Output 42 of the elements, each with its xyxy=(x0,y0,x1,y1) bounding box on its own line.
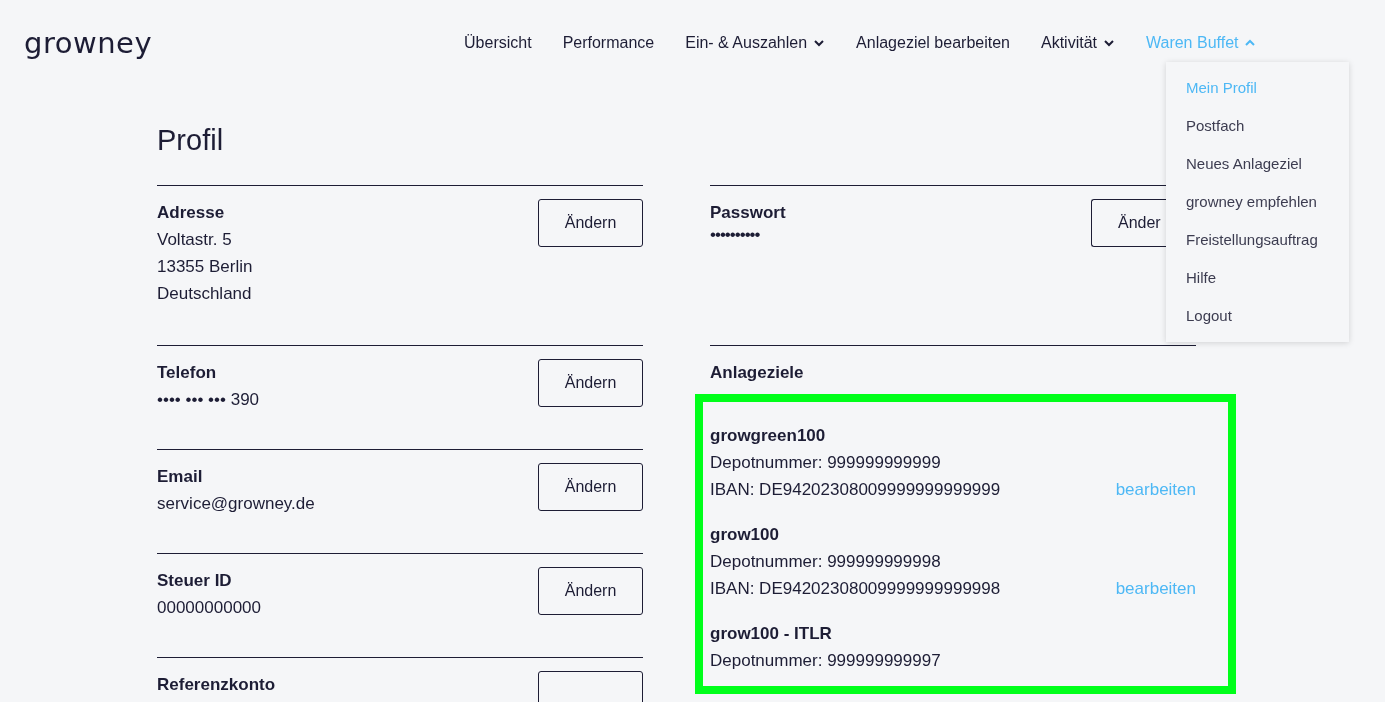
section-value: Deutschland xyxy=(157,283,253,305)
logo[interactable]: growney xyxy=(24,26,153,60)
menu-item[interactable]: Hilfe xyxy=(1166,259,1349,297)
change-button[interactable]: Ändern xyxy=(538,463,643,511)
iban: IBAN: DE94202308009999999999998 xyxy=(710,578,1001,600)
depot-number: Depotnummer: 999999999997 xyxy=(710,650,942,672)
goal-name: grow100 xyxy=(710,524,780,546)
depot-number: Depotnummer: 999999999999 xyxy=(710,452,942,474)
page-title: Profil xyxy=(157,123,224,158)
caret-icon[interactable] xyxy=(1103,39,1115,47)
menu-item[interactable]: Freistellungsauftrag xyxy=(1166,221,1349,259)
password-value: •••••••••• xyxy=(710,226,761,244)
section-label: Email xyxy=(157,466,204,488)
nav-link[interactable]: Ein- & Auszahlen xyxy=(685,34,826,52)
goal-name: growgreen100 xyxy=(710,425,827,447)
change-button[interactable]: Ändern xyxy=(538,199,643,247)
section-label: Adresse xyxy=(157,202,226,224)
nav-link[interactable]: Aktivität xyxy=(1040,34,1115,52)
section-value: Voltastr. 5 xyxy=(157,229,233,251)
goal-name: grow100 - ITLR xyxy=(710,623,833,645)
menu-item[interactable]: Postfach xyxy=(1166,107,1349,145)
section-label: Telefon xyxy=(157,362,218,384)
menu-item[interactable]: Neues Anlageziel xyxy=(1166,145,1349,183)
change-button[interactable]: Änder xyxy=(1091,199,1166,247)
section-value: 13355 Berlin xyxy=(157,256,253,278)
menu-item[interactable]: growney empfehlen xyxy=(1166,183,1349,221)
section-label: Steuer ID xyxy=(157,570,233,592)
change-button[interactable]: Ändern xyxy=(538,567,643,615)
section-value: •••• ••• ••• 390 xyxy=(157,389,260,411)
nav-link[interactable]: Performance xyxy=(562,34,655,52)
nav-link[interactable]: Übersicht xyxy=(464,34,532,52)
section-value: 00000000000 xyxy=(157,597,261,619)
iban: IBAN: DE94202308009999999999999 xyxy=(710,479,1001,501)
depot-number: Depotnummer: 999999999998 xyxy=(710,551,942,573)
section-value: service@growney.de xyxy=(157,493,315,515)
section-label: Referenzkonto xyxy=(157,674,276,696)
menu-item[interactable]: Logout xyxy=(1166,297,1349,335)
section-label: Anlageziele xyxy=(710,362,805,384)
caret-icon[interactable] xyxy=(813,39,826,47)
change-button[interactable]: Ändern xyxy=(538,359,643,407)
nav-link[interactable]: Anlageziel bearbeiten xyxy=(856,34,1010,52)
section-label: Passwort xyxy=(710,202,786,224)
